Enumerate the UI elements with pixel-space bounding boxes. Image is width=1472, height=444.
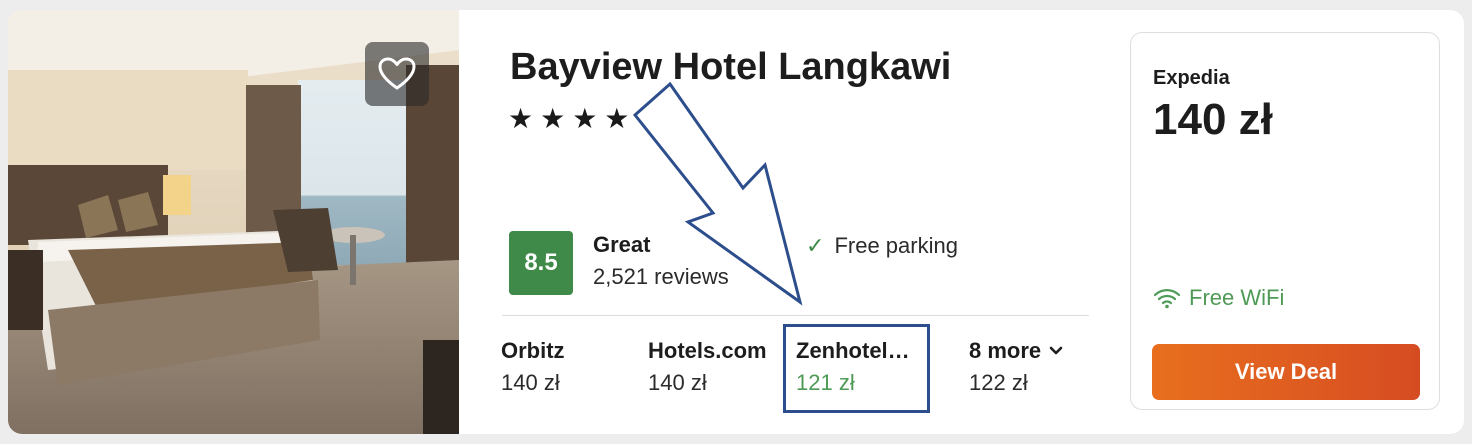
provider-price: 140 zł	[648, 370, 707, 395]
wifi-label: Free WiFi	[1189, 285, 1285, 310]
deal-provider-name: Expedia	[1153, 67, 1230, 89]
provider-name: Orbitz	[501, 338, 565, 363]
more-label: 8 more	[969, 338, 1042, 363]
deal-panel: Expedia 140 zł Free WiFi View Deal	[1130, 32, 1440, 410]
more-providers-dropdown[interactable]: 8 more 122 zł	[969, 338, 1063, 396]
provider-hotels-com[interactable]: Hotels.com 140 zł	[648, 338, 767, 396]
score-badge: 8.5	[509, 231, 573, 295]
check-icon: ✓	[806, 233, 825, 258]
hotel-name[interactable]: Bayview Hotel Langkawi	[510, 46, 951, 89]
hotel-photo[interactable]	[8, 10, 459, 434]
wifi-icon	[1153, 289, 1181, 309]
deal-price: 140 zł	[1153, 95, 1273, 144]
provider-name: 8 more	[969, 338, 1063, 364]
view-deal-button[interactable]: View Deal	[1152, 344, 1420, 400]
amenity-label: Free parking	[834, 233, 958, 258]
amenity-free-parking: ✓ Free parking	[806, 233, 958, 259]
heart-icon	[378, 57, 416, 90]
amenity-free-wifi: Free WiFi	[1153, 285, 1284, 311]
star-rating: ★★★★	[508, 103, 637, 134]
provider-price: 140 zł	[501, 370, 560, 395]
provider-name: Hotels.com	[648, 338, 767, 363]
provider-price: 122 zł	[969, 370, 1028, 395]
rating-label: Great	[593, 232, 651, 257]
chevron-down-icon	[1049, 346, 1063, 355]
review-count[interactable]: 2,521 reviews	[593, 264, 729, 290]
favorite-button[interactable]	[365, 42, 429, 106]
provider-orbitz[interactable]: Orbitz 140 zł	[501, 338, 565, 396]
hotel-card: Bayview Hotel Langkawi ★★★★ 8.5 Great 2,…	[8, 10, 1464, 434]
annotation-highlight-box	[783, 324, 930, 413]
divider	[502, 315, 1089, 316]
